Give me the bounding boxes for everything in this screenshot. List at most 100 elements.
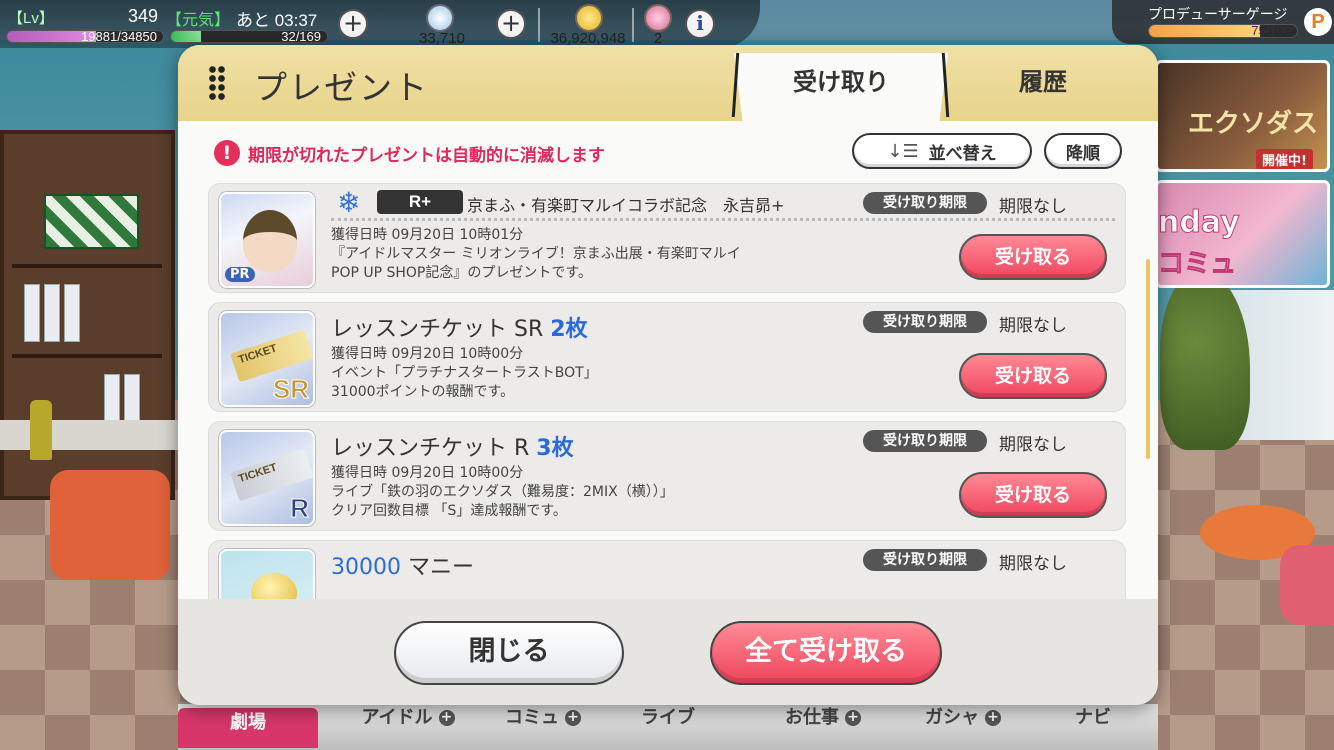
expiry-warning: ! 期限が切れたプレゼントは自動的に消滅します [214,140,605,166]
money-thumbnail [219,549,315,599]
acquired-time: 獲得日時 09月20日 10時00分 [331,346,524,362]
jewel-icon [426,4,454,32]
item-desc-line: クリア回数目標 「S」達成報酬です。 [331,503,567,519]
binder [64,284,80,342]
item-name-text: マニー [401,555,474,580]
plus-icon: + [985,710,1001,726]
nav-navi[interactable]: ナビ [1048,708,1138,748]
close-button[interactable]: 閉じる [394,621,624,685]
nav-gacha[interactable]: ガシャ + [908,708,1018,748]
expiry-warning-text: 期限が切れたプレゼントは自動的に消滅します [248,145,605,166]
item-desc-line: POP UP SHOP記念』のプレゼントです。 [331,265,592,281]
nav-label: コミュ [505,707,559,728]
nav-work[interactable]: お仕事 + [768,708,878,748]
nav-label: ガシャ [925,707,979,728]
birthday-banner-title: nday [1158,205,1240,241]
birthday-banner[interactable]: nday コミュ [1155,180,1330,288]
binder [44,284,60,342]
event-banner[interactable]: エクソダス 開催中! [1155,60,1330,172]
shelf-board [12,264,162,268]
sort-button[interactable]: ↓☰ 並べ替え [852,133,1032,169]
deadline-value: 期限なし [999,554,1067,574]
deadline-label: 受け取り期限 [863,311,987,333]
tab-receive[interactable]: 受け取り [734,53,948,121]
add-stamina-button[interactable]: + [338,9,368,39]
info-button[interactable]: i [685,9,715,39]
item-amount: 30000 [331,555,401,580]
stamina-timer: あと 03:37 [236,11,318,30]
item-meta: 獲得日時 09月20日 10時00分 イベント「プラチナスタートラストBOT」 … [331,345,598,402]
level-value: 349 [128,6,159,26]
item-quantity: 2枚 [550,317,588,342]
item-desc-line: 31000ポイントの報酬です。 [331,384,515,400]
nav-label: ライブ [641,707,695,728]
tea-bottle [30,400,52,460]
pink-stool [1280,545,1334,625]
deadline-value: 期限なし [999,316,1067,336]
sort-icon: ↓☰ [887,140,919,162]
acquired-time: 獲得日時 09月20日 10時01分 [331,227,524,243]
nav-theater[interactable]: 劇場 [178,708,318,748]
stamina-bar: 32/169 [170,30,328,43]
receive-all-button[interactable]: 全て受け取る [710,621,942,685]
hud-divider [538,8,540,42]
nav-label: アイドル [361,707,433,728]
item-name-text: レッスンチケット R [331,436,537,461]
snowflake-icon: ❄ [337,186,361,219]
event-banner-title: エクソダス [1188,109,1319,139]
list-item: TICKET SR レッスンチケット SR 2枚 受け取り期限 期限なし 獲得日… [208,302,1126,412]
nav-idol[interactable]: アイドル + [348,708,468,748]
deadline-label: 受け取り期限 [863,430,987,452]
item-desc-line: ライブ「鉄の羽のエクソダス（難易度：2MIX（横））」 [331,484,674,500]
add-jewel-button[interactable]: + [496,9,526,39]
item-name: 京まふ・有楽町マルイコラボ記念 永吉昴+ [467,196,785,215]
idol-portrait [243,210,297,272]
desk [0,420,190,450]
level-badge: 【Lv】 [8,10,54,27]
item-name: 30000 マニー [331,549,474,581]
dialog-footer: 閉じる 全て受け取る [178,599,1158,705]
money-icon [575,4,603,32]
item-name: レッスンチケット SR 2枚 [331,311,588,343]
receive-button[interactable]: 受け取る [959,234,1107,280]
list-scrollbar[interactable] [1146,259,1150,459]
dialog-header: プレゼント 受け取り 履歴 [178,45,1158,121]
nav-commu[interactable]: コミュ + [488,708,598,748]
producer-bar: 75/100 [1148,24,1298,38]
binder [24,284,40,342]
producer-p-icon: P [1304,8,1332,36]
divider [331,218,1115,221]
item-meta: 獲得日時 09月20日 10時00分 ライブ「鉄の羽のエクソダス（難易度：2MI… [331,464,674,521]
deadline-label: 受け取り期限 [863,192,987,214]
exp-bar: 19881/34850 [6,30,164,43]
deadline-value: 期限なし [999,435,1067,455]
order-toggle-button[interactable]: 降順 [1044,133,1122,169]
receive-button[interactable]: 受け取る [959,353,1107,399]
producer-bar-fill [1149,25,1260,37]
dialog-body: ! 期限が切れたプレゼントは自動的に消滅します ↓☰ 並べ替え 降順 PR ❄ … [178,121,1158,599]
tab-history[interactable]: 履歴 [968,53,1118,121]
birthday-banner-sub: コミュ [1158,249,1237,280]
list-item: 30000 マニー 受け取り期限 期限なし [208,540,1126,599]
alert-icon: ! [214,140,240,166]
orange-chair [50,470,170,580]
rank-label: R [290,493,310,524]
bottom-nav: 劇場 アイドル + コミュ + ライブ お仕事 + ガシャ + ナビ [178,702,1158,750]
ticket-thumbnail: TICKET SR [219,311,315,407]
receive-button[interactable]: 受け取る [959,472,1107,518]
nav-label: 劇場 [230,712,266,733]
idol-card-thumbnail: PR [219,192,315,288]
ticket-thumbnail: TICKET R [219,430,315,526]
gift-box [44,194,139,249]
nav-label: お仕事 [785,707,839,728]
deadline-label: 受け取り期限 [863,549,987,571]
item-meta: 獲得日時 09月20日 10時01分 『アイドルマスター ミリオンライブ！京まふ… [331,226,741,283]
nav-live[interactable]: ライブ [618,708,718,748]
shelf-board [12,354,162,358]
plus-icon: + [438,710,455,726]
event-banner-tag: 開催中! [1256,149,1313,169]
exp-value: 19881/34850 [81,30,157,43]
deadline-value: 期限なし [999,197,1067,217]
list-item: TICKET R レッスンチケット R 3枚 受け取り期限 期限なし 獲得日時 … [208,421,1126,531]
item-name-text: レッスンチケット SR [331,317,551,342]
